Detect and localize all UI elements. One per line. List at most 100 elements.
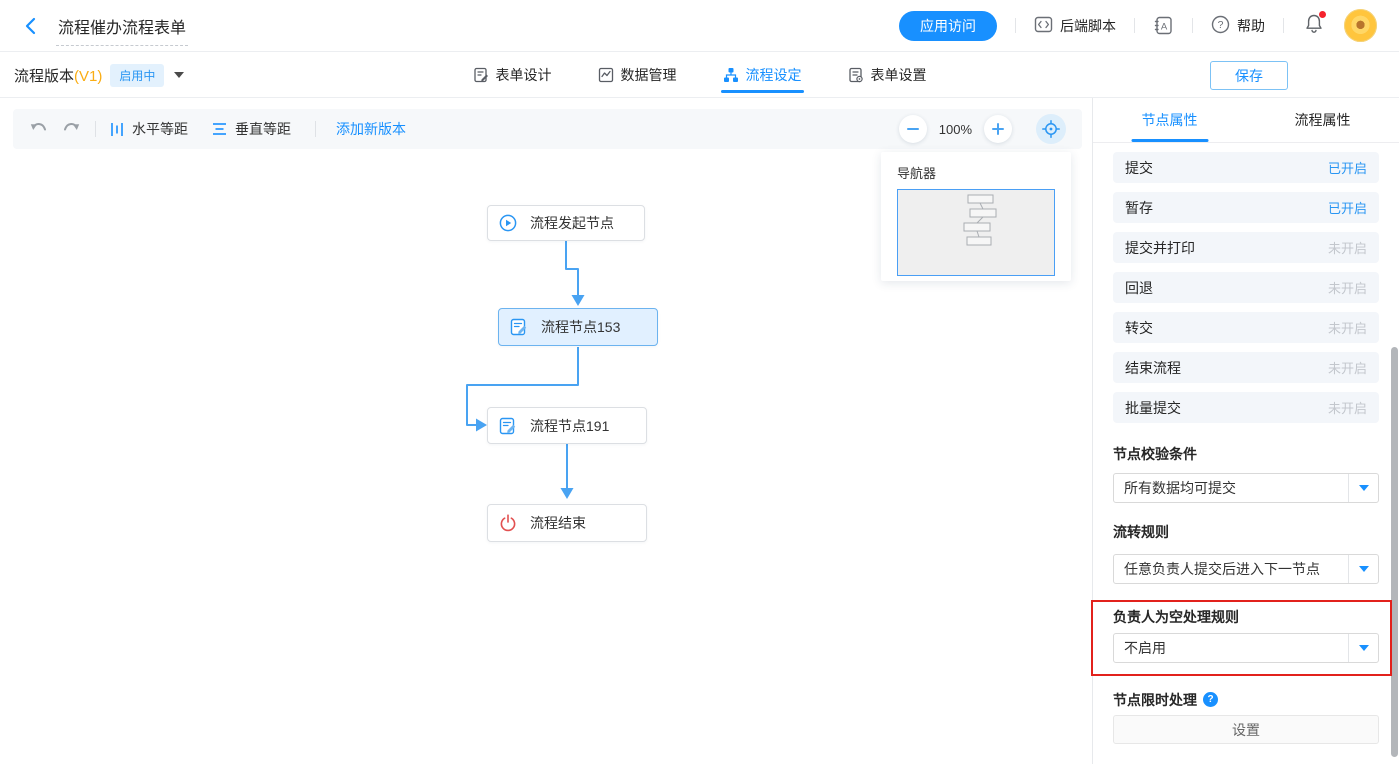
properties-sidebar: 节点属性 流程属性 提交 已开启 暂存 已开启 提交并打印 未开启 回退 未开启… (1093, 98, 1399, 764)
prop-row-batch-submit[interactable]: 批量提交 未开启 (1113, 392, 1379, 423)
notifications-bell-icon[interactable] (1304, 13, 1324, 39)
plus-icon (991, 122, 1005, 136)
back-icon[interactable] (22, 16, 42, 36)
crosshair-icon (1042, 120, 1060, 138)
zoom-in-button[interactable] (984, 115, 1012, 143)
time-limit-settings-button[interactable]: 设置 (1113, 715, 1379, 744)
tab-label: 表单设计 (496, 65, 552, 85)
prop-row-rollback[interactable]: 回退 未开启 (1113, 272, 1379, 303)
prop-label: 暂存 (1125, 198, 1153, 218)
empty-owner-rule-value: 不启用 (1114, 638, 1348, 658)
tab-flow-settings[interactable]: 流程设定 (723, 53, 802, 97)
prop-status: 已开启 (1328, 158, 1367, 177)
prop-label: 回退 (1125, 278, 1153, 298)
node-label: 流程发起节点 (530, 213, 614, 233)
node-label: 流程结束 (530, 513, 586, 533)
horizontal-spacing-icon (110, 122, 124, 137)
flow-rule-value: 任意负责人提交后进入下一节点 (1114, 559, 1348, 579)
tab-node-properties[interactable]: 节点属性 (1093, 98, 1246, 142)
version-bar: 流程版本(V1) 启用中 表单设计 数据管理 流程设定 表单设置 保存 (0, 53, 1399, 98)
backend-script-button[interactable]: 后端脚本 (1034, 15, 1116, 37)
prop-row-submit[interactable]: 提交 已开启 (1113, 152, 1379, 183)
time-limit-label: 节点限时处理 ? (1113, 692, 1379, 707)
prop-label: 提交并打印 (1125, 238, 1195, 258)
prop-row-submit-print[interactable]: 提交并打印 未开启 (1113, 232, 1379, 263)
tab-data-management[interactable]: 数据管理 (598, 53, 677, 97)
node-check-label: 节点校验条件 (1113, 447, 1379, 461)
redo-icon[interactable] (61, 119, 81, 139)
tab-label: 表单设置 (871, 65, 927, 85)
chevron-down-icon (1348, 634, 1378, 662)
prop-row-end-flow[interactable]: 结束流程 未开启 (1113, 352, 1379, 383)
app-header: 流程催办流程表单 应用访问 后端脚本 A ? 帮助 (0, 0, 1399, 52)
form-settings-icon (848, 67, 864, 83)
flow-rule-label: 流转规则 (1113, 525, 1379, 539)
divider (1283, 18, 1284, 33)
user-avatar[interactable] (1344, 9, 1377, 42)
version-dropdown-caret-icon[interactable] (174, 72, 184, 78)
status-badge: 启用中 (110, 64, 164, 87)
prop-label: 转交 (1125, 318, 1153, 338)
divider (1192, 18, 1193, 33)
sidebar-tabs: 节点属性 流程属性 (1093, 98, 1399, 143)
zoom-out-button[interactable] (899, 115, 927, 143)
content: 水平等距 垂直等距 添加新版本 100% 流程发起节点 (0, 98, 1399, 764)
navigator-minimap[interactable] (897, 189, 1055, 276)
data-management-icon (598, 67, 614, 83)
svg-text:?: ? (1218, 19, 1224, 31)
divider (315, 121, 316, 137)
zoom-level: 100% (939, 122, 972, 137)
prop-status: 未开启 (1328, 278, 1367, 297)
flow-node-start[interactable]: 流程发起节点 (487, 205, 645, 241)
divider (1134, 18, 1135, 33)
app-access-button[interactable]: 应用访问 (899, 11, 997, 41)
horizontal-spacing-label: 水平等距 (132, 119, 188, 139)
node-check-select[interactable]: 所有数据均可提交 (1113, 473, 1379, 503)
question-circle-icon[interactable]: ? (1203, 692, 1218, 707)
flow-node-end[interactable]: 流程结束 (487, 504, 647, 542)
help-button[interactable]: ? 帮助 (1211, 15, 1265, 37)
navigator-title: 导航器 (881, 152, 1071, 189)
tab-form-settings[interactable]: 表单设置 (848, 53, 927, 97)
empty-owner-rule-label: 负责人为空处理规则 (1113, 610, 1379, 624)
help-icon: ? (1211, 15, 1230, 37)
vertical-spacing-label: 垂直等距 (235, 119, 291, 139)
flow-settings-icon (723, 67, 739, 83)
tab-form-design[interactable]: 表单设计 (473, 53, 552, 97)
flow-rule-select[interactable]: 任意负责人提交后进入下一节点 (1113, 554, 1379, 584)
vertical-spacing-button[interactable]: 垂直等距 (212, 119, 291, 139)
main-tabs: 表单设计 数据管理 流程设定 表单设置 (473, 53, 927, 97)
task-node-icon (510, 318, 528, 336)
power-icon (499, 514, 517, 532)
prop-row-transfer[interactable]: 转交 未开启 (1113, 312, 1379, 343)
canvas-toolbar: 水平等距 垂直等距 添加新版本 100% (13, 109, 1082, 149)
node-check-value: 所有数据均可提交 (1114, 478, 1348, 498)
undo-icon[interactable] (29, 119, 49, 139)
empty-owner-rule-select[interactable]: 不启用 (1113, 633, 1379, 663)
flow-canvas[interactable]: 水平等距 垂直等距 添加新版本 100% 流程发起节点 (0, 98, 1093, 764)
help-label: 帮助 (1237, 16, 1265, 36)
save-button[interactable]: 保存 (1210, 61, 1288, 90)
backend-script-label: 后端脚本 (1060, 16, 1116, 36)
address-book-icon[interactable]: A (1153, 15, 1174, 36)
form-design-icon (473, 67, 489, 83)
locate-button[interactable] (1036, 114, 1066, 144)
code-icon (1034, 15, 1053, 37)
notification-dot (1319, 11, 1326, 18)
add-version-button[interactable]: 添加新版本 (336, 119, 406, 139)
sidebar-scrollbar[interactable] (1391, 347, 1398, 757)
flow-node-153[interactable]: 流程节点153 (498, 308, 658, 346)
version-text: 流程版本 (14, 68, 74, 85)
tab-flow-properties[interactable]: 流程属性 (1246, 98, 1399, 142)
minimap-graph (898, 190, 1054, 275)
chevron-down-icon (1348, 555, 1378, 583)
horizontal-spacing-button[interactable]: 水平等距 (110, 119, 188, 139)
version-label: 流程版本(V1) (14, 65, 102, 86)
prop-row-save-draft[interactable]: 暂存 已开启 (1113, 192, 1379, 223)
prop-status: 未开启 (1328, 238, 1367, 257)
prop-status: 已开启 (1328, 198, 1367, 217)
play-circle-icon (499, 214, 517, 232)
flow-node-191[interactable]: 流程节点191 (487, 407, 647, 444)
chevron-down-icon (1348, 474, 1378, 502)
task-node-icon (499, 417, 517, 435)
